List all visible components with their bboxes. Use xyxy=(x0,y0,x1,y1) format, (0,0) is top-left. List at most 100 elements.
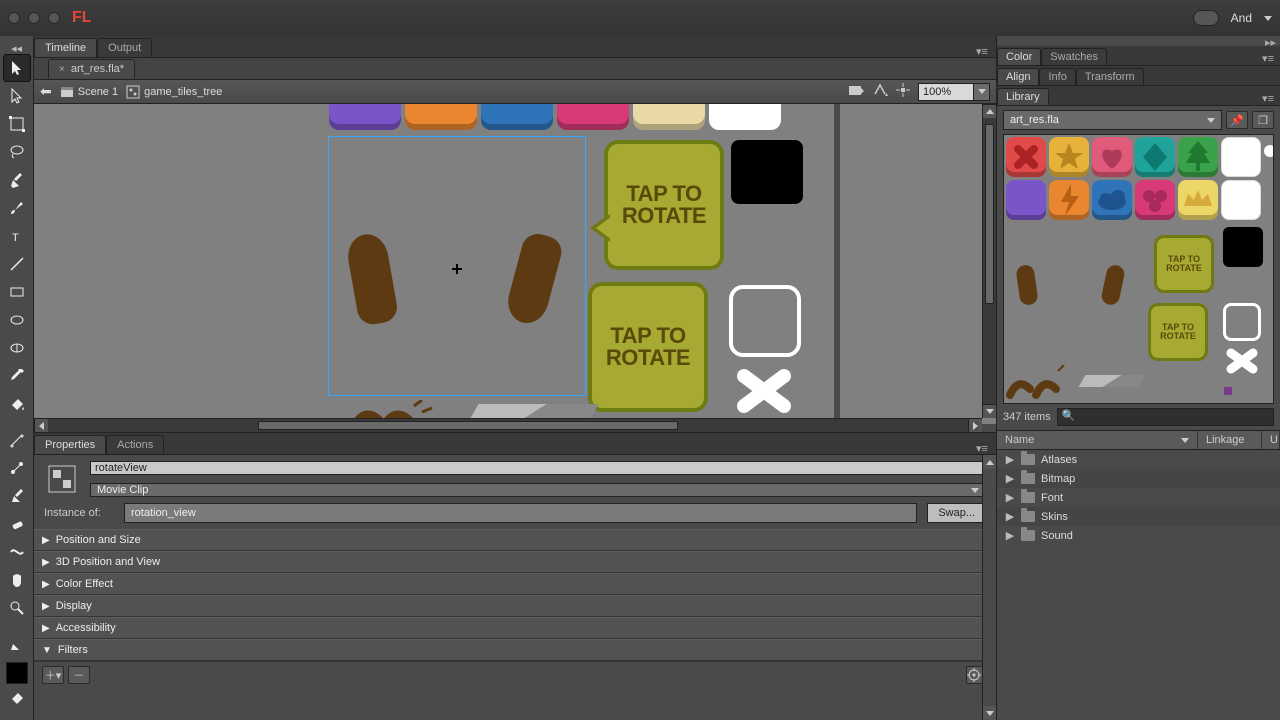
section-position-size[interactable]: ▶Position and Size xyxy=(34,529,996,551)
library-column-header[interactable]: Name Linkage U xyxy=(997,430,1280,450)
back-button[interactable]: ⬅ xyxy=(40,83,52,100)
zoom-dropdown[interactable] xyxy=(974,83,990,101)
library-search-input[interactable]: 🔍 xyxy=(1057,408,1274,426)
tab-output[interactable]: Output xyxy=(97,38,152,57)
scroll-up-icon[interactable] xyxy=(983,104,996,118)
polystar-tool[interactable] xyxy=(3,334,31,362)
panel-menu-icon[interactable]: ▾≡ xyxy=(974,442,990,454)
free-transform-tool[interactable] xyxy=(3,110,31,138)
new-library-panel-button[interactable]: ❐ xyxy=(1252,111,1274,129)
paint-bucket-tool[interactable] xyxy=(3,390,31,418)
library-folder[interactable]: ▶Atlases xyxy=(997,450,1280,469)
minimize-window-icon[interactable] xyxy=(28,12,40,24)
edit-scene-button[interactable] xyxy=(848,83,864,100)
subselection-tool[interactable] xyxy=(3,82,31,110)
library-folder[interactable]: ▶Sound xyxy=(997,526,1280,545)
folder-icon xyxy=(1021,454,1035,465)
pin-library-button[interactable]: 📌 xyxy=(1226,111,1248,129)
workspace-menu[interactable]: And xyxy=(1231,11,1252,25)
scroll-thumb[interactable] xyxy=(258,421,678,430)
library-item-list[interactable]: ▶Atlases ▶Bitmap ▶Font ▶Skins ▶Sound xyxy=(997,450,1280,720)
tab-swatches[interactable]: Swatches xyxy=(1041,48,1107,65)
eraser-tool[interactable] xyxy=(3,510,31,538)
instance-type-dropdown[interactable]: Movie Clip xyxy=(90,483,986,497)
panel-collapse-icon[interactable]: ▾≡ xyxy=(974,45,990,57)
tab-properties[interactable]: Properties xyxy=(34,435,106,454)
brush-tool[interactable] xyxy=(3,194,31,222)
stage-horizontal-scrollbar[interactable] xyxy=(34,418,982,432)
sync-settings-button[interactable] xyxy=(1193,10,1219,26)
properties-scrollbar[interactable] xyxy=(982,455,996,720)
lasso-tool[interactable] xyxy=(3,138,31,166)
eyedropper-tool[interactable] xyxy=(3,362,31,390)
selection-tool[interactable] xyxy=(3,54,31,82)
library-folder[interactable]: ▶Skins xyxy=(997,507,1280,526)
pv-white-x-icon xyxy=(1225,347,1259,378)
library-folder[interactable]: ▶Bitmap xyxy=(997,469,1280,488)
tab-library[interactable]: Library xyxy=(997,88,1049,105)
scroll-down-icon[interactable] xyxy=(983,404,996,418)
add-filter-button[interactable]: ＋▾ xyxy=(42,666,64,684)
stroke-options[interactable] xyxy=(3,630,31,658)
scroll-left-icon[interactable] xyxy=(34,419,48,432)
bone-tool[interactable] xyxy=(3,426,31,454)
tab-color[interactable]: Color xyxy=(997,48,1041,65)
breadcrumb-symbol[interactable]: game_tiles_tree xyxy=(126,85,222,99)
breadcrumb-symbol-label: game_tiles_tree xyxy=(144,86,222,98)
library-document-select[interactable]: art_res.fla xyxy=(1003,110,1222,130)
zoom-tool[interactable] xyxy=(3,594,31,622)
window-traffic-lights[interactable] xyxy=(8,12,60,24)
close-window-icon[interactable] xyxy=(8,12,20,24)
edit-symbols-button[interactable] xyxy=(872,83,888,100)
breadcrumb-scene[interactable]: Scene 1 xyxy=(60,85,118,99)
expand-panels-icon[interactable]: ▸▸ xyxy=(997,36,1280,46)
pv-tile xyxy=(1092,180,1132,220)
scroll-thumb[interactable] xyxy=(985,124,994,304)
section-3d-position[interactable]: ▶3D Position and View xyxy=(34,551,996,573)
tab-info[interactable]: Info xyxy=(1039,68,1075,85)
hand-tool[interactable] xyxy=(3,566,31,594)
instance-name-input[interactable] xyxy=(90,461,986,475)
stage[interactable]: TAP TO ROTATE TAP TO ROTATE xyxy=(34,104,996,432)
remove-filter-button[interactable]: － xyxy=(68,666,90,684)
width-tool[interactable] xyxy=(3,538,31,566)
collapse-tools-icon[interactable]: ◂◂ xyxy=(0,42,33,54)
swap-button[interactable]: Swap... xyxy=(927,503,986,523)
tab-actions[interactable]: Actions xyxy=(106,435,164,454)
ink-bottle-tool[interactable] xyxy=(3,482,31,510)
library-document-label: art_res.fla xyxy=(1010,114,1059,126)
stroke-swatch[interactable] xyxy=(6,662,28,684)
close-tab-icon[interactable]: × xyxy=(59,64,65,75)
center-stage-button[interactable] xyxy=(896,83,910,100)
sort-icon[interactable] xyxy=(1181,438,1189,443)
instance-type-icon xyxy=(44,461,80,497)
tab-transform[interactable]: Transform xyxy=(1076,68,1144,85)
text-tool[interactable]: T xyxy=(3,222,31,250)
pv-speech-2: TAP TO ROTATE xyxy=(1148,303,1208,361)
stage-vertical-scrollbar[interactable] xyxy=(982,104,996,418)
section-display[interactable]: ▶Display xyxy=(34,595,996,617)
line-tool[interactable] xyxy=(3,250,31,278)
tab-timeline[interactable]: Timeline xyxy=(34,38,97,57)
zoom-window-icon[interactable] xyxy=(48,12,60,24)
panel-menu-icon[interactable]: ▾≡ xyxy=(1256,52,1280,65)
zoom-input[interactable] xyxy=(918,83,974,101)
bind-tool[interactable] xyxy=(3,454,31,482)
tab-align[interactable]: Align xyxy=(997,68,1039,85)
pen-tool[interactable] xyxy=(3,166,31,194)
right-panels: ▸▸ Color Swatches ▾≡ Align Info Transfor… xyxy=(996,36,1280,720)
pv-tile xyxy=(1135,180,1175,220)
fill-options[interactable] xyxy=(3,684,31,712)
section-accessibility[interactable]: ▶Accessibility xyxy=(34,617,996,639)
section-filters[interactable]: ▼Filters xyxy=(34,639,996,661)
scroll-right-icon[interactable] xyxy=(968,419,982,432)
rectangle-tool[interactable] xyxy=(3,278,31,306)
oval-tool[interactable] xyxy=(3,306,31,334)
section-color-effect[interactable]: ▶Color Effect xyxy=(34,573,996,595)
instance-of-label: Instance of: xyxy=(44,507,114,519)
library-folder[interactable]: ▶Font xyxy=(997,488,1280,507)
pv-tile xyxy=(1178,137,1218,177)
speech-text-1: TAP TO ROTATE xyxy=(622,183,706,227)
document-tab[interactable]: × art_res.fla* xyxy=(48,59,135,78)
panel-menu-icon[interactable]: ▾≡ xyxy=(1256,92,1280,105)
